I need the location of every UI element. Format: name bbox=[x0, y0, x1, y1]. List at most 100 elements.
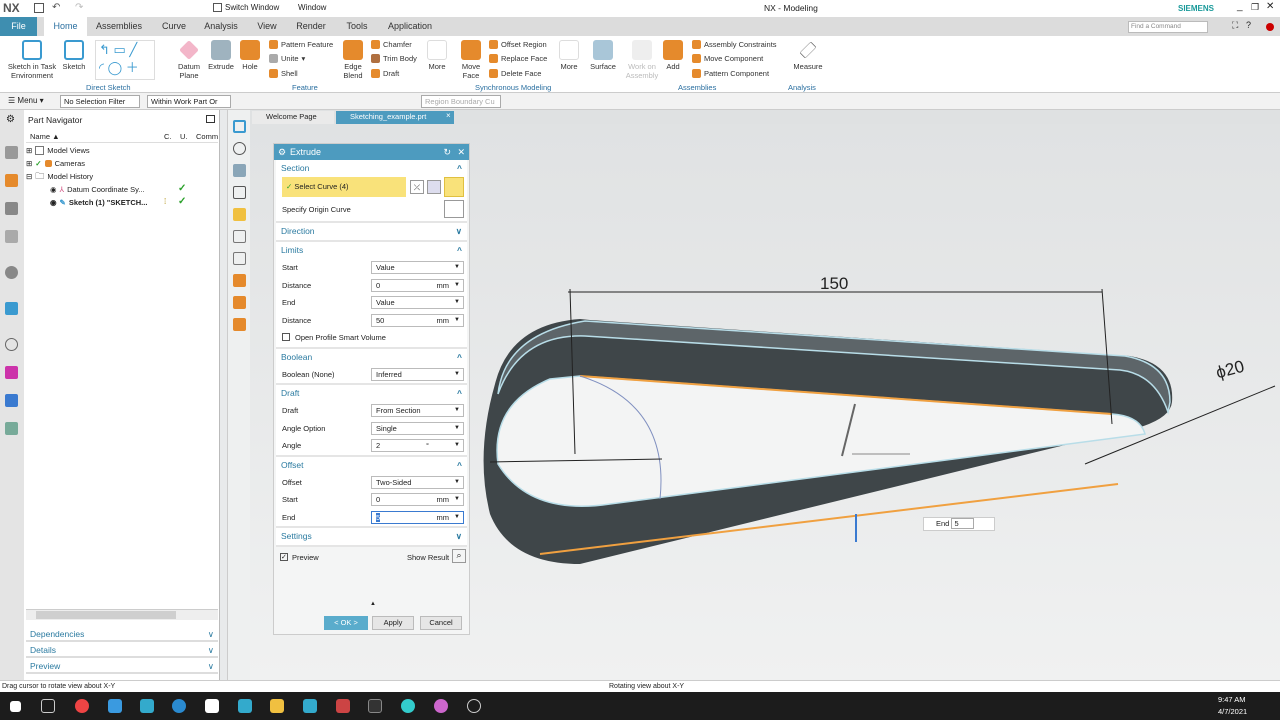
sketch-button[interactable]: Sketch bbox=[60, 40, 88, 71]
offset-region-button[interactable]: Offset Region bbox=[489, 40, 547, 49]
palette-icon[interactable] bbox=[5, 366, 18, 379]
tab-analysis[interactable]: Analysis bbox=[200, 17, 242, 36]
horizontal-scrollbar[interactable] bbox=[26, 609, 218, 620]
eye-icon[interactable]: ◉ bbox=[50, 183, 57, 196]
column-u[interactable]: U. bbox=[180, 131, 188, 143]
offset-end-input[interactable]: 5 mm ▼ bbox=[371, 510, 464, 524]
hole-button[interactable]: Hole bbox=[238, 40, 262, 71]
surface-button[interactable]: Surface bbox=[588, 40, 618, 71]
start-icon[interactable] bbox=[10, 701, 21, 712]
shell-button[interactable]: Shell bbox=[269, 69, 298, 78]
tab-assemblies[interactable]: Assemblies bbox=[92, 17, 146, 36]
move-face-button[interactable]: Move Face bbox=[457, 40, 485, 80]
show-result-button[interactable]: ⌕ bbox=[452, 549, 466, 563]
maximize-pane-icon[interactable] bbox=[206, 115, 215, 123]
reuse-library-icon[interactable] bbox=[5, 230, 18, 243]
settings-header[interactable]: Settings ∨ bbox=[276, 528, 467, 545]
nx-app-icon[interactable] bbox=[140, 699, 154, 713]
selection-filter-dropdown[interactable]: No Selection Filter bbox=[60, 95, 140, 108]
restore-button[interactable]: ❐ bbox=[1251, 2, 1259, 13]
checkbox[interactable] bbox=[282, 333, 290, 341]
document-icon[interactable] bbox=[233, 230, 246, 243]
redo-icon[interactable]: ↷ bbox=[75, 2, 83, 13]
cancel-button[interactable]: Cancel bbox=[420, 616, 462, 630]
curve-icon[interactable] bbox=[444, 177, 464, 197]
section-header[interactable]: Section ^ bbox=[276, 160, 467, 177]
angle-option-dropdown[interactable]: Single ▼ bbox=[371, 421, 464, 435]
part-navigator-icon[interactable] bbox=[5, 202, 18, 215]
start-limit-dropdown[interactable]: Value ▼ bbox=[371, 261, 464, 274]
replace-face-button[interactable]: Replace Face bbox=[489, 54, 547, 63]
help-icon[interactable]: ? bbox=[1246, 20, 1251, 30]
fullscreen-icon[interactable]: ⛶ bbox=[1232, 20, 1238, 31]
selection-scope-dropdown[interactable]: Within Work Part Or bbox=[147, 95, 231, 108]
add-component-button[interactable]: Add bbox=[661, 40, 685, 71]
history-icon[interactable] bbox=[5, 266, 18, 279]
switch-window-button[interactable]: Switch Window bbox=[225, 3, 279, 12]
offset-start-input[interactable]: 0 mm ▼ bbox=[371, 493, 464, 506]
color-app-icon[interactable] bbox=[434, 699, 448, 713]
tab-home[interactable]: Home bbox=[44, 17, 87, 36]
offset-dropdown[interactable]: Two-Sided ▼ bbox=[371, 475, 464, 489]
file-explorer-icon[interactable] bbox=[270, 699, 284, 713]
sketch-curve-gallery[interactable]: ↰ ▭ ╱ ◜ ◯ ＋ bbox=[95, 40, 155, 80]
save-icon[interactable] bbox=[34, 3, 44, 13]
chrome-icon[interactable] bbox=[75, 699, 89, 713]
draft-button[interactable]: Draft bbox=[371, 69, 399, 78]
offset-header[interactable]: Offset ^ bbox=[276, 457, 467, 474]
collapse-arrow-icon[interactable]: ▲ bbox=[370, 601, 376, 607]
clock-icon[interactable] bbox=[5, 338, 18, 351]
curve-rule-dropdown[interactable]: Region Boundary Cu bbox=[421, 95, 501, 108]
eye-icon[interactable]: ◉ bbox=[50, 196, 57, 209]
apply-button[interactable]: Apply bbox=[372, 616, 414, 630]
tab-view[interactable]: View bbox=[252, 17, 282, 36]
tab-application[interactable]: Application bbox=[384, 17, 436, 36]
close-icon[interactable]: ✕ bbox=[457, 144, 465, 160]
sketch-task-env-button[interactable]: Sketch in Task Environment bbox=[6, 40, 58, 80]
app-grid-icon[interactable] bbox=[336, 699, 350, 713]
revolve-icon[interactable] bbox=[233, 142, 246, 155]
feature-more-button[interactable]: More bbox=[425, 40, 449, 71]
box-icon[interactable] bbox=[233, 274, 246, 287]
tab-render[interactable]: Render bbox=[292, 17, 330, 36]
column-comment[interactable]: Comm bbox=[196, 131, 218, 143]
pane-preview[interactable]: Preview ∨ bbox=[26, 659, 218, 674]
mail-icon[interactable] bbox=[108, 699, 122, 713]
pane-details[interactable]: Details ∨ bbox=[26, 643, 218, 658]
nx-active-icon[interactable] bbox=[238, 699, 252, 713]
tab-file[interactable]: File bbox=[0, 17, 37, 36]
pane-dependencies[interactable]: Dependencies ∨ bbox=[26, 627, 218, 642]
roles-icon[interactable] bbox=[5, 394, 18, 407]
close-x-icon[interactable] bbox=[233, 186, 246, 199]
dimension-length[interactable]: 150 bbox=[820, 274, 848, 294]
close-button[interactable]: ✕ bbox=[1266, 1, 1274, 12]
unite-button[interactable]: Unite ▾ bbox=[269, 54, 305, 63]
constraint-navigator-icon[interactable] bbox=[5, 174, 18, 187]
undo-icon[interactable]: ↶ bbox=[52, 2, 60, 13]
boolean-header[interactable]: Boolean ^ bbox=[276, 349, 467, 366]
start-distance-input[interactable]: 0 mm ▼ bbox=[371, 278, 464, 292]
hand-icon[interactable] bbox=[233, 296, 246, 309]
web-browser-icon[interactable] bbox=[5, 302, 18, 315]
end-limit-dropdown[interactable]: Value ▼ bbox=[371, 296, 464, 309]
chamfer-button[interactable]: Chamfer bbox=[371, 40, 412, 49]
move-component-button[interactable]: Move Component bbox=[692, 54, 763, 63]
delete-face-button[interactable]: Delete Face bbox=[489, 69, 541, 78]
edge-blend-button[interactable]: Edge Blend bbox=[338, 40, 368, 80]
edge-icon[interactable] bbox=[172, 699, 186, 713]
tab-welcome-page[interactable]: Welcome Page bbox=[252, 111, 334, 124]
task-view-icon[interactable] bbox=[41, 699, 55, 713]
open-profile-checkbox[interactable]: Open Profile Smart Volume bbox=[276, 329, 467, 347]
tree-item-datum-csys[interactable]: ◉ ⅄ Datum Coordinate Sy... bbox=[50, 183, 145, 196]
boolean-dropdown[interactable]: Inferred ▼ bbox=[371, 367, 464, 381]
store-icon[interactable] bbox=[205, 699, 219, 713]
assembly-navigator-icon[interactable] bbox=[5, 146, 18, 159]
scrollbar-thumb[interactable] bbox=[36, 611, 176, 619]
obs-icon[interactable] bbox=[467, 699, 481, 713]
app-circle-icon[interactable] bbox=[401, 699, 415, 713]
tab-sketching-example[interactable]: Sketching_example.prt bbox=[336, 111, 454, 124]
close-tab-icon[interactable]: × bbox=[446, 111, 451, 120]
tab-curve[interactable]: Curve bbox=[155, 17, 193, 36]
sketch-curve-icon[interactable] bbox=[233, 120, 246, 133]
preview-checkbox[interactable]: ✓ bbox=[280, 553, 288, 561]
